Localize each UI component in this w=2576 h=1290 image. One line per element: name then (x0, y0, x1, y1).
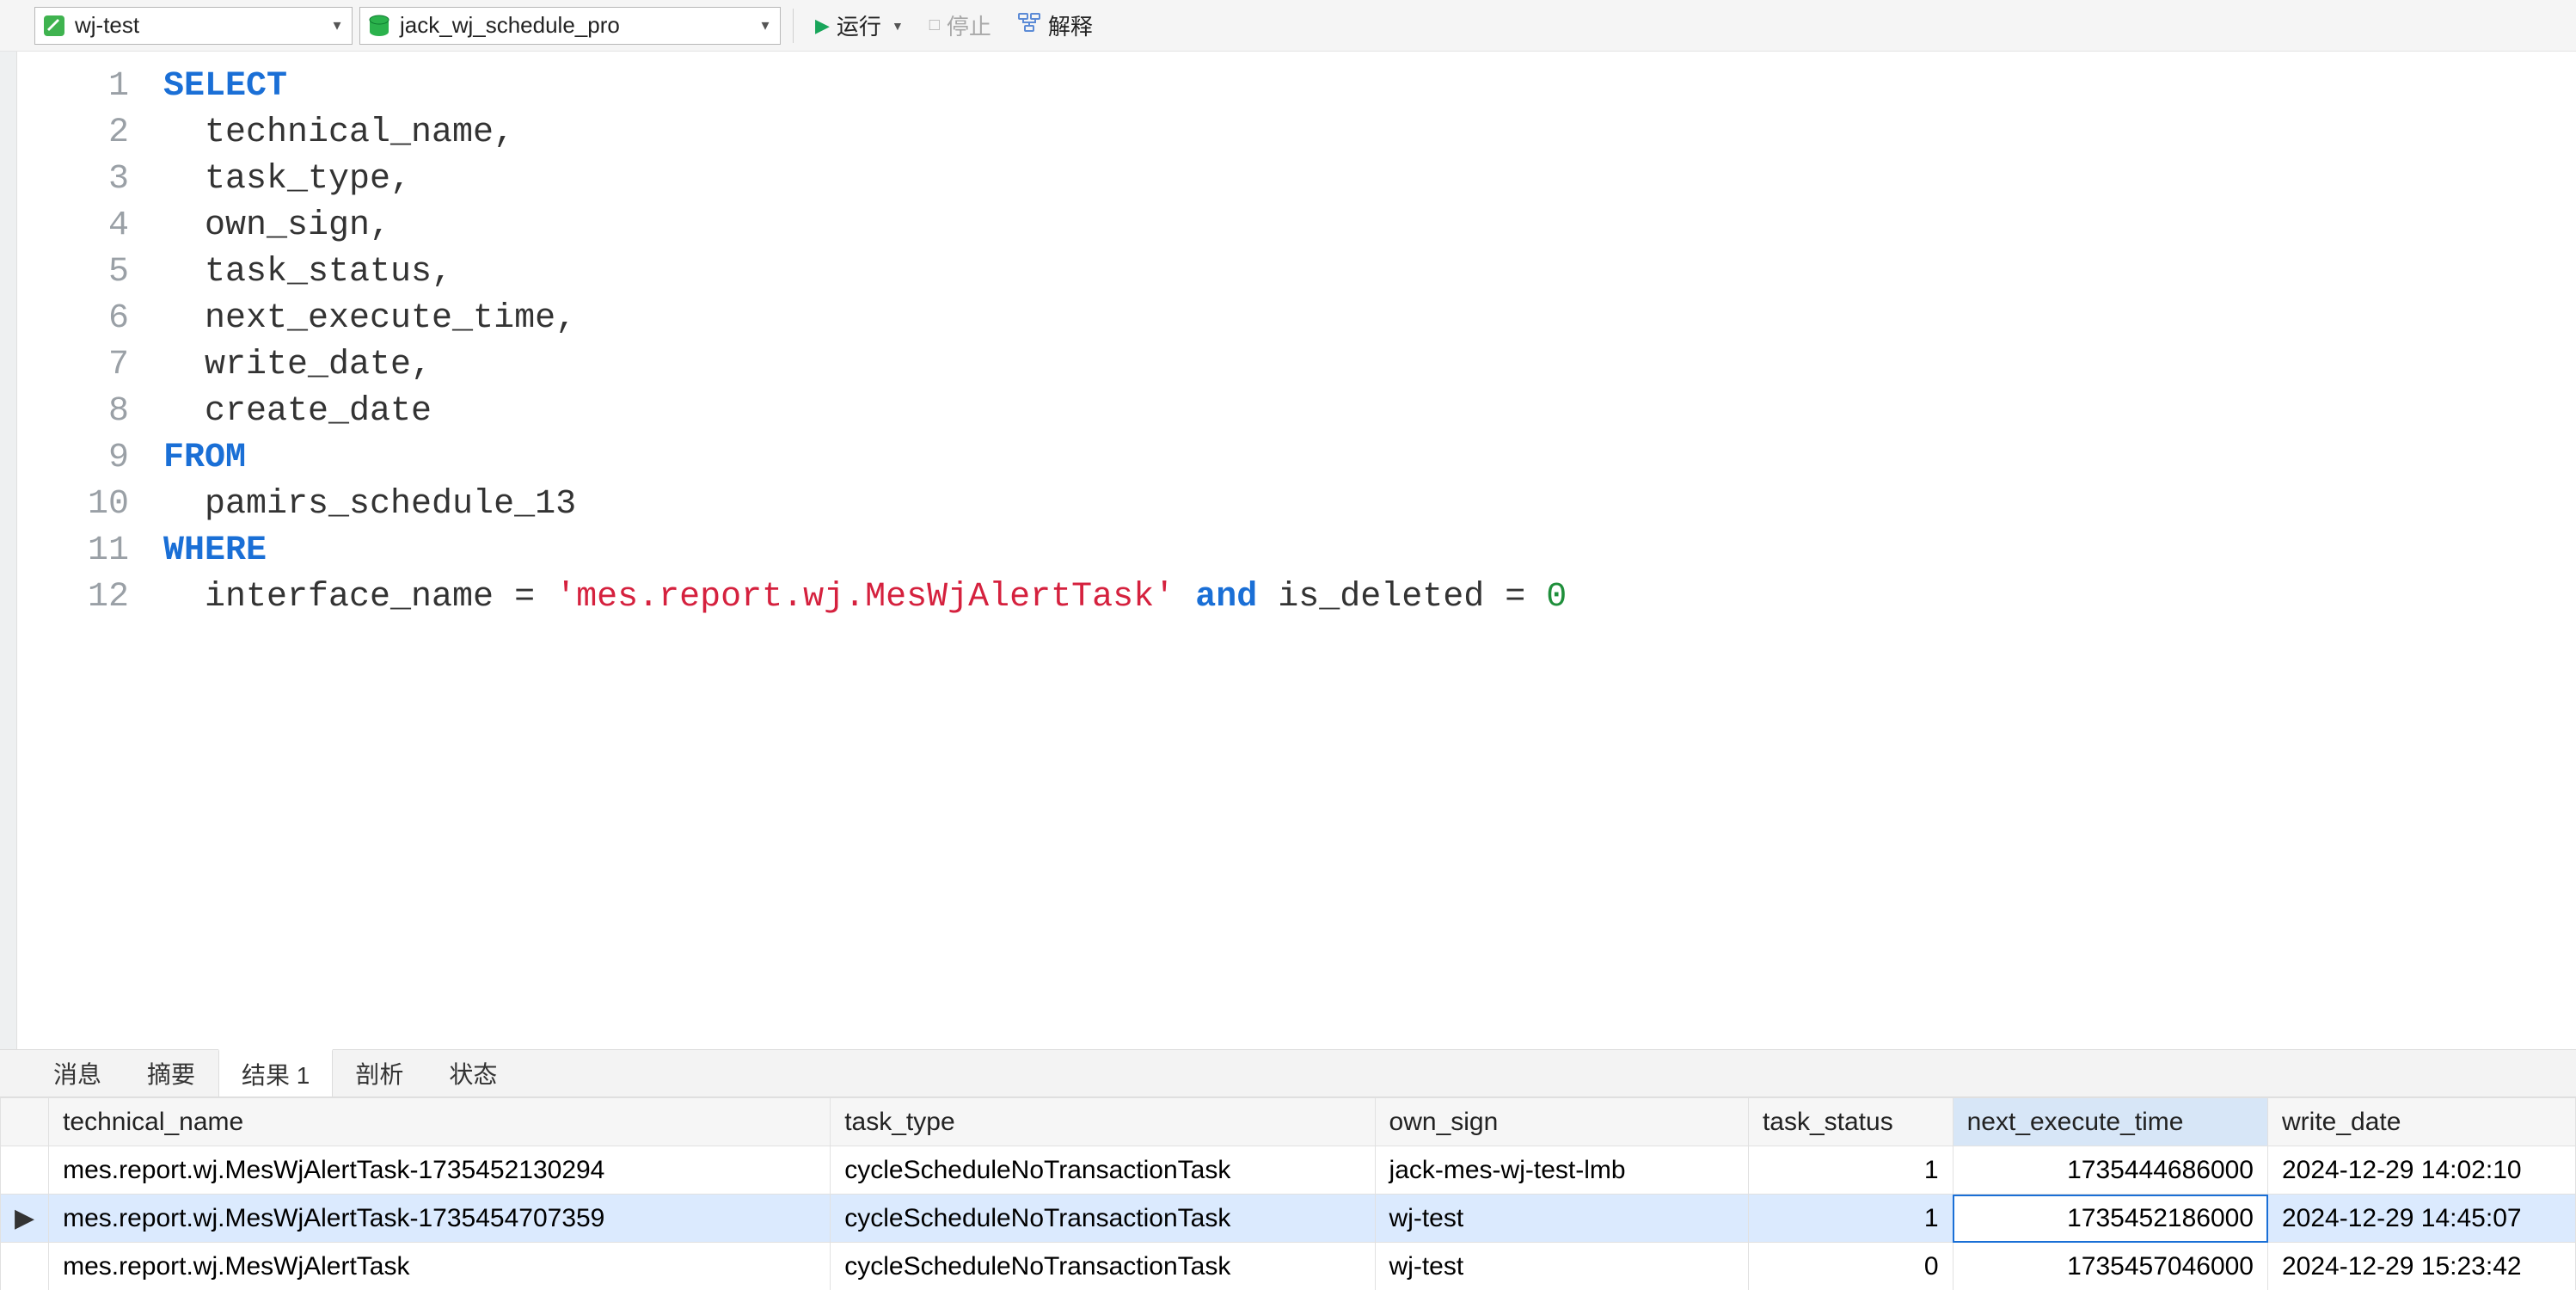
row-pointer-header (1, 1098, 49, 1146)
run-button[interactable]: ▶ 运行 ▼ (806, 7, 913, 45)
tab-0[interactable]: 消息 (31, 1050, 125, 1096)
sql-editor[interactable]: 1 2 3 4 5 6 7 8 9 10 11 12 SELECT techni… (0, 52, 2576, 1049)
connection-label: wj-test (75, 12, 319, 39)
column-header-own_sign[interactable]: own_sign (1375, 1098, 1748, 1146)
cell[interactable]: wj-test (1375, 1195, 1748, 1243)
chevron-down-icon: ▾ (328, 16, 347, 34)
row-pointer: ▶ (1, 1195, 49, 1243)
cell[interactable]: 0 (1748, 1243, 1953, 1290)
cell[interactable]: 1735457046000 (1953, 1243, 2267, 1290)
dropdown-arrow-icon: ▼ (892, 19, 904, 33)
table-row[interactable]: mes.report.wj.MesWjAlertTask-17354521302… (1, 1146, 2576, 1195)
sql-code[interactable]: SELECT technical_name, task_type, own_si… (146, 52, 2576, 1049)
column-header-next_execute_time[interactable]: next_execute_time (1953, 1098, 2267, 1146)
stop-button: □ 停止 (920, 7, 1001, 45)
cell[interactable]: 2024-12-29 14:02:10 (2268, 1146, 2576, 1195)
cell[interactable]: jack-mes-wj-test-lmb (1375, 1146, 1748, 1195)
play-icon: ▶ (815, 15, 830, 37)
tab-3[interactable]: 剖析 (333, 1050, 426, 1096)
toolbar: wj-test ▾ jack_wj_schedule_pro ▾ ▶ 运行 ▼ … (0, 0, 2576, 52)
chevron-down-icon: ▾ (756, 16, 775, 34)
cell[interactable]: wj-test (1375, 1243, 1748, 1290)
explain-button[interactable]: 解释 (1008, 7, 1102, 45)
column-header-write_date[interactable]: write_date (2268, 1098, 2576, 1146)
line-numbers: 1 2 3 4 5 6 7 8 9 10 11 12 (17, 52, 146, 1049)
results-panel: technical_nametask_typeown_signtask_stat… (0, 1097, 2576, 1290)
database-label: jack_wj_schedule_pro (400, 12, 747, 39)
run-label: 运行 (837, 9, 881, 41)
cell[interactable]: mes.report.wj.MesWjAlertTask-17354547073… (49, 1195, 831, 1243)
explain-label: 解释 (1048, 9, 1093, 41)
result-tabs: 消息摘要结果 1剖析状态 (0, 1049, 2576, 1097)
cell[interactable]: cycleScheduleNoTransactionTask (831, 1146, 1375, 1195)
column-header-technical_name[interactable]: technical_name (49, 1098, 831, 1146)
table-row[interactable]: mes.report.wj.MesWjAlertTaskcycleSchedul… (1, 1243, 2576, 1290)
cell[interactable]: cycleScheduleNoTransactionTask (831, 1243, 1375, 1290)
cell[interactable]: 2024-12-29 14:45:07 (2268, 1195, 2576, 1243)
stop-label: 停止 (947, 9, 991, 41)
cell[interactable]: 1 (1748, 1195, 1953, 1243)
column-header-task_type[interactable]: task_type (831, 1098, 1375, 1146)
tab-4[interactable]: 状态 (426, 1050, 520, 1096)
stop-icon: □ (929, 15, 940, 35)
toolbar-separator (793, 9, 794, 43)
tab-2[interactable]: 结果 1 (218, 1049, 333, 1096)
column-header-task_status[interactable]: task_status (1748, 1098, 1953, 1146)
table-row[interactable]: ▶mes.report.wj.MesWjAlertTask-1735454707… (1, 1195, 2576, 1243)
cell[interactable]: mes.report.wj.MesWjAlertTask (49, 1243, 831, 1290)
cell[interactable]: 1735452186000 (1953, 1195, 2267, 1243)
connection-dropdown[interactable]: wj-test ▾ (34, 7, 353, 45)
database-dropdown[interactable]: jack_wj_schedule_pro ▾ (359, 7, 781, 45)
database-icon (367, 14, 391, 38)
cell[interactable]: cycleScheduleNoTransactionTask (831, 1195, 1375, 1243)
cell[interactable]: 1735444686000 (1953, 1146, 2267, 1195)
row-pointer (1, 1146, 49, 1195)
cell[interactable]: 1 (1748, 1146, 1953, 1195)
connection-icon (42, 14, 66, 38)
editor-gutter (0, 52, 17, 1049)
cell[interactable]: 2024-12-29 15:23:42 (2268, 1243, 2576, 1290)
cell[interactable]: mes.report.wj.MesWjAlertTask-17354521302… (49, 1146, 831, 1195)
explain-icon (1017, 10, 1041, 40)
row-pointer (1, 1243, 49, 1290)
tab-1[interactable]: 摘要 (125, 1050, 218, 1096)
results-table[interactable]: technical_nametask_typeown_signtask_stat… (0, 1097, 2576, 1290)
